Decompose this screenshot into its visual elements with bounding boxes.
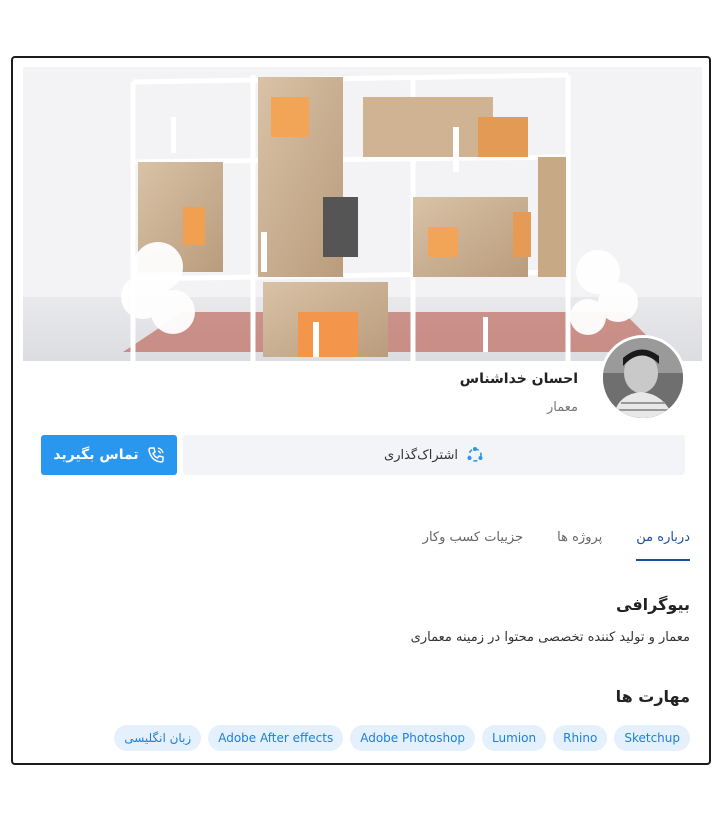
contact-button[interactable]: تماس بگیرید — [41, 435, 177, 475]
profile-role: معمار — [547, 400, 578, 415]
profile-tabs: درباره من پروژه ها جزییات کسب وکار — [389, 522, 690, 561]
skills-heading: مهارت ها — [615, 687, 690, 706]
share-icon — [467, 447, 483, 462]
architecture-model-illustration — [23, 67, 702, 361]
avatar — [600, 335, 686, 421]
skill-chip[interactable]: Sketchup — [614, 725, 690, 751]
user-photo — [603, 338, 683, 418]
skill-chip[interactable]: Adobe After effects — [208, 725, 344, 751]
skill-chip[interactable]: زبان انگلیسی — [114, 725, 202, 751]
profile-name: احسان خداشناس — [459, 371, 578, 387]
share-label: اشتراک‌گذاری — [384, 447, 458, 463]
cover-image — [23, 67, 702, 361]
share-button[interactable]: اشتراک‌گذاری — [183, 435, 685, 475]
tab-business-details[interactable]: جزییات کسب وکار — [423, 522, 523, 561]
phone-icon — [147, 447, 164, 463]
skill-chip[interactable]: Adobe Photoshop — [350, 725, 476, 751]
biography-heading: بیوگرافی — [616, 595, 690, 614]
tab-projects[interactable]: پروژه ها — [557, 522, 602, 561]
skills-list: Sketchup Rhino Lumion Adobe Photoshop Ad… — [114, 725, 690, 751]
contact-label: تماس بگیرید — [53, 447, 139, 463]
skill-chip[interactable]: Rhino — [553, 725, 608, 751]
biography-text: معمار و تولید کننده تخصصی محتوا در زمینه… — [410, 630, 690, 645]
tab-about[interactable]: درباره من — [636, 522, 690, 561]
skill-chip[interactable]: Lumion — [482, 725, 547, 751]
profile-card: احسان خداشناس معمار اشتراک‌گذاری تماس بگ… — [11, 56, 711, 765]
